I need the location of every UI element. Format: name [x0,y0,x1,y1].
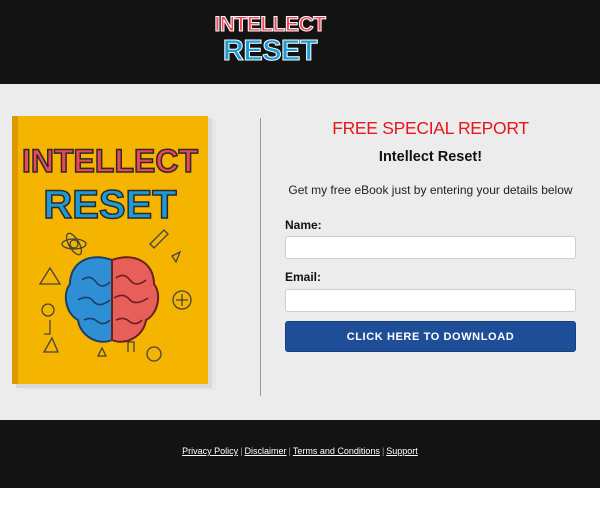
name-label: Name: [285,218,322,232]
subheadline: Intellect Reset! [378,149,483,165]
site-header: INTELLECT RESET [0,0,600,84]
logo-line-1: INTELLECT [215,13,327,36]
site-footer: Privacy Policy | Disclaimer | Terms and Cond… [0,420,600,488]
email-field[interactable] [285,289,576,312]
ebook-cover-image: INTELLECT RESET [12,116,218,392]
book-title-line-2: RESET [43,183,176,227]
support-link[interactable]: Support [386,446,418,456]
form-description: Get my free eBook just by entering your … [288,183,573,197]
terms-link[interactable]: Terms and Conditions [293,446,380,456]
privacy-policy-link[interactable]: Privacy Policy [182,446,238,456]
brand-logo[interactable]: INTELLECT RESET [200,6,340,67]
column-divider [260,118,261,396]
name-field[interactable] [285,236,576,259]
headline: FREE SPECIAL REPORT [332,118,529,138]
optin-form: FREE SPECIAL REPORT Intellect Reset! Get… [285,84,576,420]
email-label: Email: [285,270,322,284]
disclaimer-link[interactable]: Disclaimer [245,446,287,456]
logo-line-2: RESET [223,35,318,66]
book-title-line-1: INTELLECT [22,143,198,179]
footer-links: Privacy Policy | Disclaimer | Terms and Cond… [0,446,600,456]
download-button[interactable]: CLICK HERE TO DOWNLOAD [285,321,576,352]
